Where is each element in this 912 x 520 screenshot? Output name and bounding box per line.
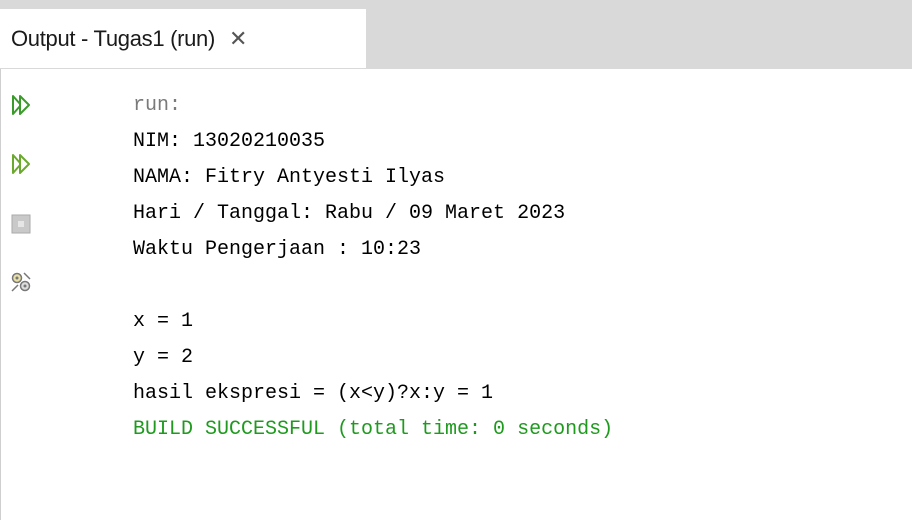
settings-icon[interactable] [9,270,33,294]
output-line: run: [133,94,182,117]
stop-icon[interactable] [9,212,33,236]
output-window: Output - Tugas1 (run) ✕ run: NIM: 130202… [0,0,912,520]
output-line: y = 2 [133,346,194,369]
close-icon[interactable]: ✕ [229,27,247,50]
tab-title: Output - Tugas1 (run) [11,25,216,51]
output-line: hasil ekspresi = (x<y)?x:y = 1 [133,382,494,405]
rerun-icon[interactable] [9,93,33,117]
tab-output[interactable]: Output - Tugas1 (run) ✕ [0,9,366,68]
output-console[interactable]: run: NIM: 13020210035 NAMA: Fitry Antyesti… [133,88,912,448]
output-line: NAMA: Fitry Antyesti Ilyas [133,166,446,189]
rerun-with-options-icon[interactable] [9,152,33,176]
output-blank-line [133,268,912,304]
tab-bar: Output - Tugas1 (run) ✕ [0,0,912,68]
output-toolbar [0,69,40,520]
output-line: Hari / Tanggal: Rabu / 09 Maret 2023 [133,202,566,225]
output-line: Waktu Pengerjaan : 10:23 [133,238,422,261]
output-line: NIM: 13020210035 [133,130,326,153]
tab-divider [0,68,912,69]
build-status-line: BUILD SUCCESSFUL (total time: 0 seconds) [133,418,614,441]
gutter-border [0,69,1,520]
output-line: x = 1 [133,310,194,333]
